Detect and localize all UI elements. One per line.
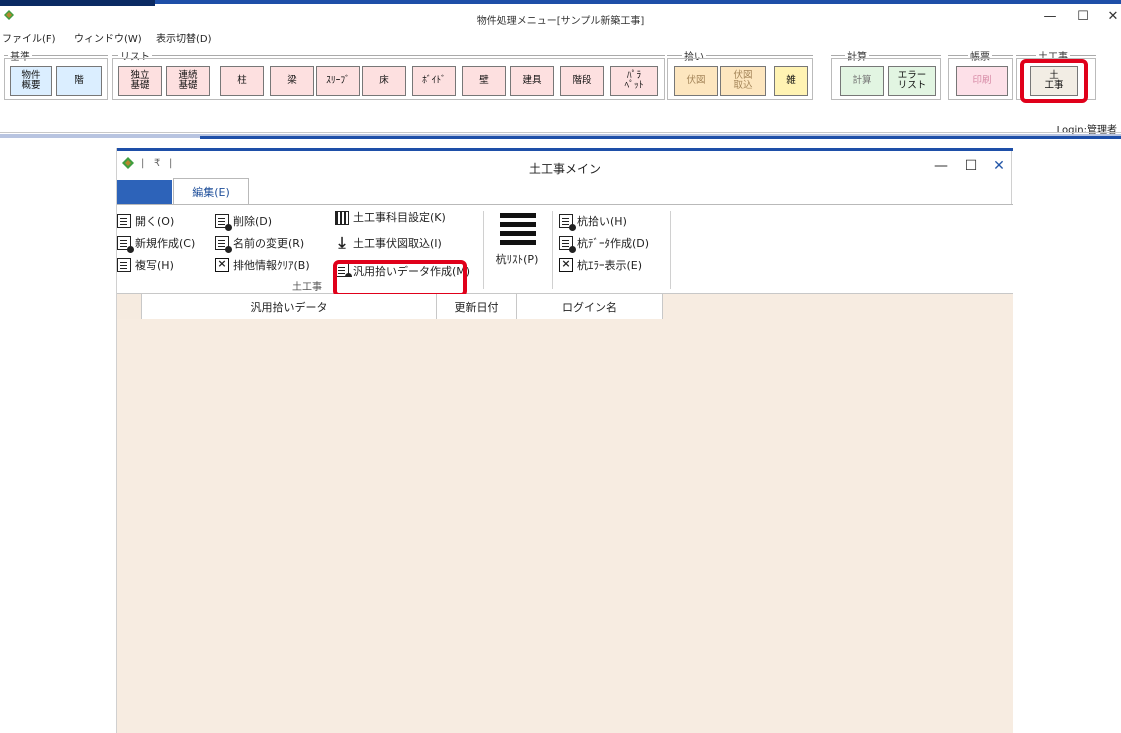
kui-data-button[interactable]: 杭ﾃﾞｰﾀ作成(D) (559, 233, 649, 253)
void-button[interactable]: ﾎﾞｲﾄﾞ (412, 66, 456, 96)
group-divider (112, 55, 665, 56)
dokuritsu-kiso-button[interactable]: 独立 基礎 (118, 66, 162, 96)
kui-hiroi-label: 杭拾い(H) (577, 215, 627, 228)
open-button[interactable]: 開く(O) (117, 211, 174, 231)
ribbon-separator (483, 211, 484, 289)
kai-button[interactable]: 階 (56, 66, 102, 96)
hashira-button[interactable]: 柱 (220, 66, 264, 96)
x-box-icon: × (559, 258, 573, 272)
fukuzu-button[interactable]: 伏図 (674, 66, 718, 96)
kui-error-label: 杭ｴﾗｰ表示(E) (577, 259, 643, 272)
tab-edit[interactable]: 編集(E) (173, 178, 249, 205)
data-grid[interactable] (117, 319, 1013, 733)
maximize-button[interactable]: ☐ (1073, 9, 1093, 24)
title-bar: | ₹ | 土工事メイン — ☐ ✕ (117, 151, 1013, 179)
parapet-button[interactable]: ﾊﾟﾗ ﾍﾟｯﾄ (610, 66, 658, 96)
menu-file[interactable]: ファイル(F) (2, 30, 56, 45)
taskbar-segment (0, 0, 155, 6)
document-icon (117, 214, 131, 228)
minimize-button[interactable]: — (1040, 9, 1060, 24)
delete-label: 削除(D) (233, 215, 273, 228)
keisan-button[interactable]: 計算 (840, 66, 884, 96)
dokoji-main-window: | ₹ | 土工事メイン — ☐ ✕ 編集(E) 開く(O) 新規作成(C) 複… (116, 148, 1013, 733)
subject-setting-button[interactable]: 土工事科目設定(K) (335, 209, 446, 225)
column-header-hiroi-data[interactable]: 汎用拾いデータ (142, 294, 437, 319)
grid-header-empty (663, 294, 1013, 319)
fukuzu-import-button[interactable]: ⤓ 土工事伏図取込(I) (335, 233, 442, 253)
ribbon-separator (670, 211, 671, 289)
maximize-button[interactable]: ☐ (961, 158, 981, 174)
close-button[interactable]: ✕ (989, 158, 1009, 174)
document-icon (559, 236, 576, 253)
kabe-button[interactable]: 壁 (462, 66, 506, 96)
rename-label: 名前の変更(R) (233, 237, 305, 250)
subject-setting-label: 土工事科目設定(K) (353, 211, 446, 224)
menu-view-toggle[interactable]: 表示切替(D) (156, 30, 212, 45)
copy-label: 複写(H) (135, 259, 174, 272)
sleeve-button[interactable]: ｽﾘｰﾌﾞ (316, 66, 360, 96)
new-button[interactable]: 新規作成(C) (117, 233, 195, 253)
row-header-corner (117, 294, 142, 319)
kui-list-button[interactable]: 杭ﾘｽﾄ(P) (489, 209, 545, 275)
print-button[interactable]: 印刷 (956, 66, 1008, 96)
column-header-updated[interactable]: 更新日付 (437, 294, 517, 319)
highlight-callout (333, 260, 467, 297)
tab-file[interactable] (117, 180, 172, 204)
minimize-button[interactable]: — (931, 158, 951, 174)
list-icon (500, 213, 536, 245)
rename-button[interactable]: 名前の変更(R) (215, 233, 304, 253)
clear-exclusive-label: 排他情報ｸﾘｱ(B) (233, 259, 310, 272)
kui-error-button[interactable]: × 杭ｴﾗｰ表示(E) (559, 255, 642, 275)
rename-icon (215, 236, 232, 253)
highlight-callout (1020, 59, 1088, 103)
fukuzu-import-label: 土工事伏図取込(I) (353, 237, 442, 250)
status-strip-accent (200, 136, 1121, 139)
clear-exclusive-button[interactable]: × 排他情報ｸﾘｱ(B) (215, 255, 310, 275)
error-list-button[interactable]: エラー リスト (888, 66, 936, 96)
book-icon (335, 211, 349, 225)
copy-icon (117, 258, 131, 272)
ribbon-separator (552, 211, 553, 289)
copy-button[interactable]: 複写(H) (117, 255, 174, 275)
hari-button[interactable]: 梁 (270, 66, 314, 96)
download-icon: ⤓ (338, 233, 346, 252)
new-document-icon (117, 236, 134, 253)
tategu-button[interactable]: 建具 (510, 66, 554, 96)
open-label: 開く(O) (135, 215, 175, 228)
window-title: 物件処理メニュー[サンプル新築工事] (476, 16, 645, 27)
kui-data-label: 杭ﾃﾞｰﾀ作成(D) (577, 237, 650, 250)
new-label: 新規作成(C) (135, 237, 196, 250)
close-button[interactable]: ✕ (1103, 9, 1121, 24)
yuka-button[interactable]: 床 (362, 66, 406, 96)
delete-icon (215, 214, 232, 231)
kaidan-button[interactable]: 階段 (560, 66, 604, 96)
menu-window[interactable]: ウィンドウ(W) (74, 30, 142, 45)
renzoku-kiso-button[interactable]: 連続 基礎 (166, 66, 210, 96)
kui-list-label: 杭ﾘｽﾄ(P) (495, 253, 539, 266)
status-divider (0, 132, 1121, 133)
x-box-icon: × (215, 258, 229, 272)
fukuzu-torikomi-button[interactable]: 伏図 取込 (720, 66, 766, 96)
back-window: 物件処理メニュー[サンプル新築工事] — ☐ ✕ ファイル(F) ウィンドウ(W… (0, 0, 1121, 150)
column-header-login[interactable]: ログイン名 (517, 294, 663, 319)
ribbon-group-label: 土工事 (292, 282, 322, 293)
delete-button[interactable]: 削除(D) (215, 211, 272, 231)
ribbon: 開く(O) 新規作成(C) 複写(H) 削除(D) 名前の変更(R) × 排他情… (117, 204, 1013, 297)
window-top-border (0, 0, 1121, 4)
bukken-gaiyo-button[interactable]: 物件 概要 (10, 66, 52, 96)
document-icon (559, 214, 576, 231)
kui-hiroi-button[interactable]: 杭拾い(H) (559, 211, 627, 231)
window-title: 土工事メイン (528, 162, 601, 176)
zatsu-button[interactable]: 雑 (774, 66, 808, 96)
